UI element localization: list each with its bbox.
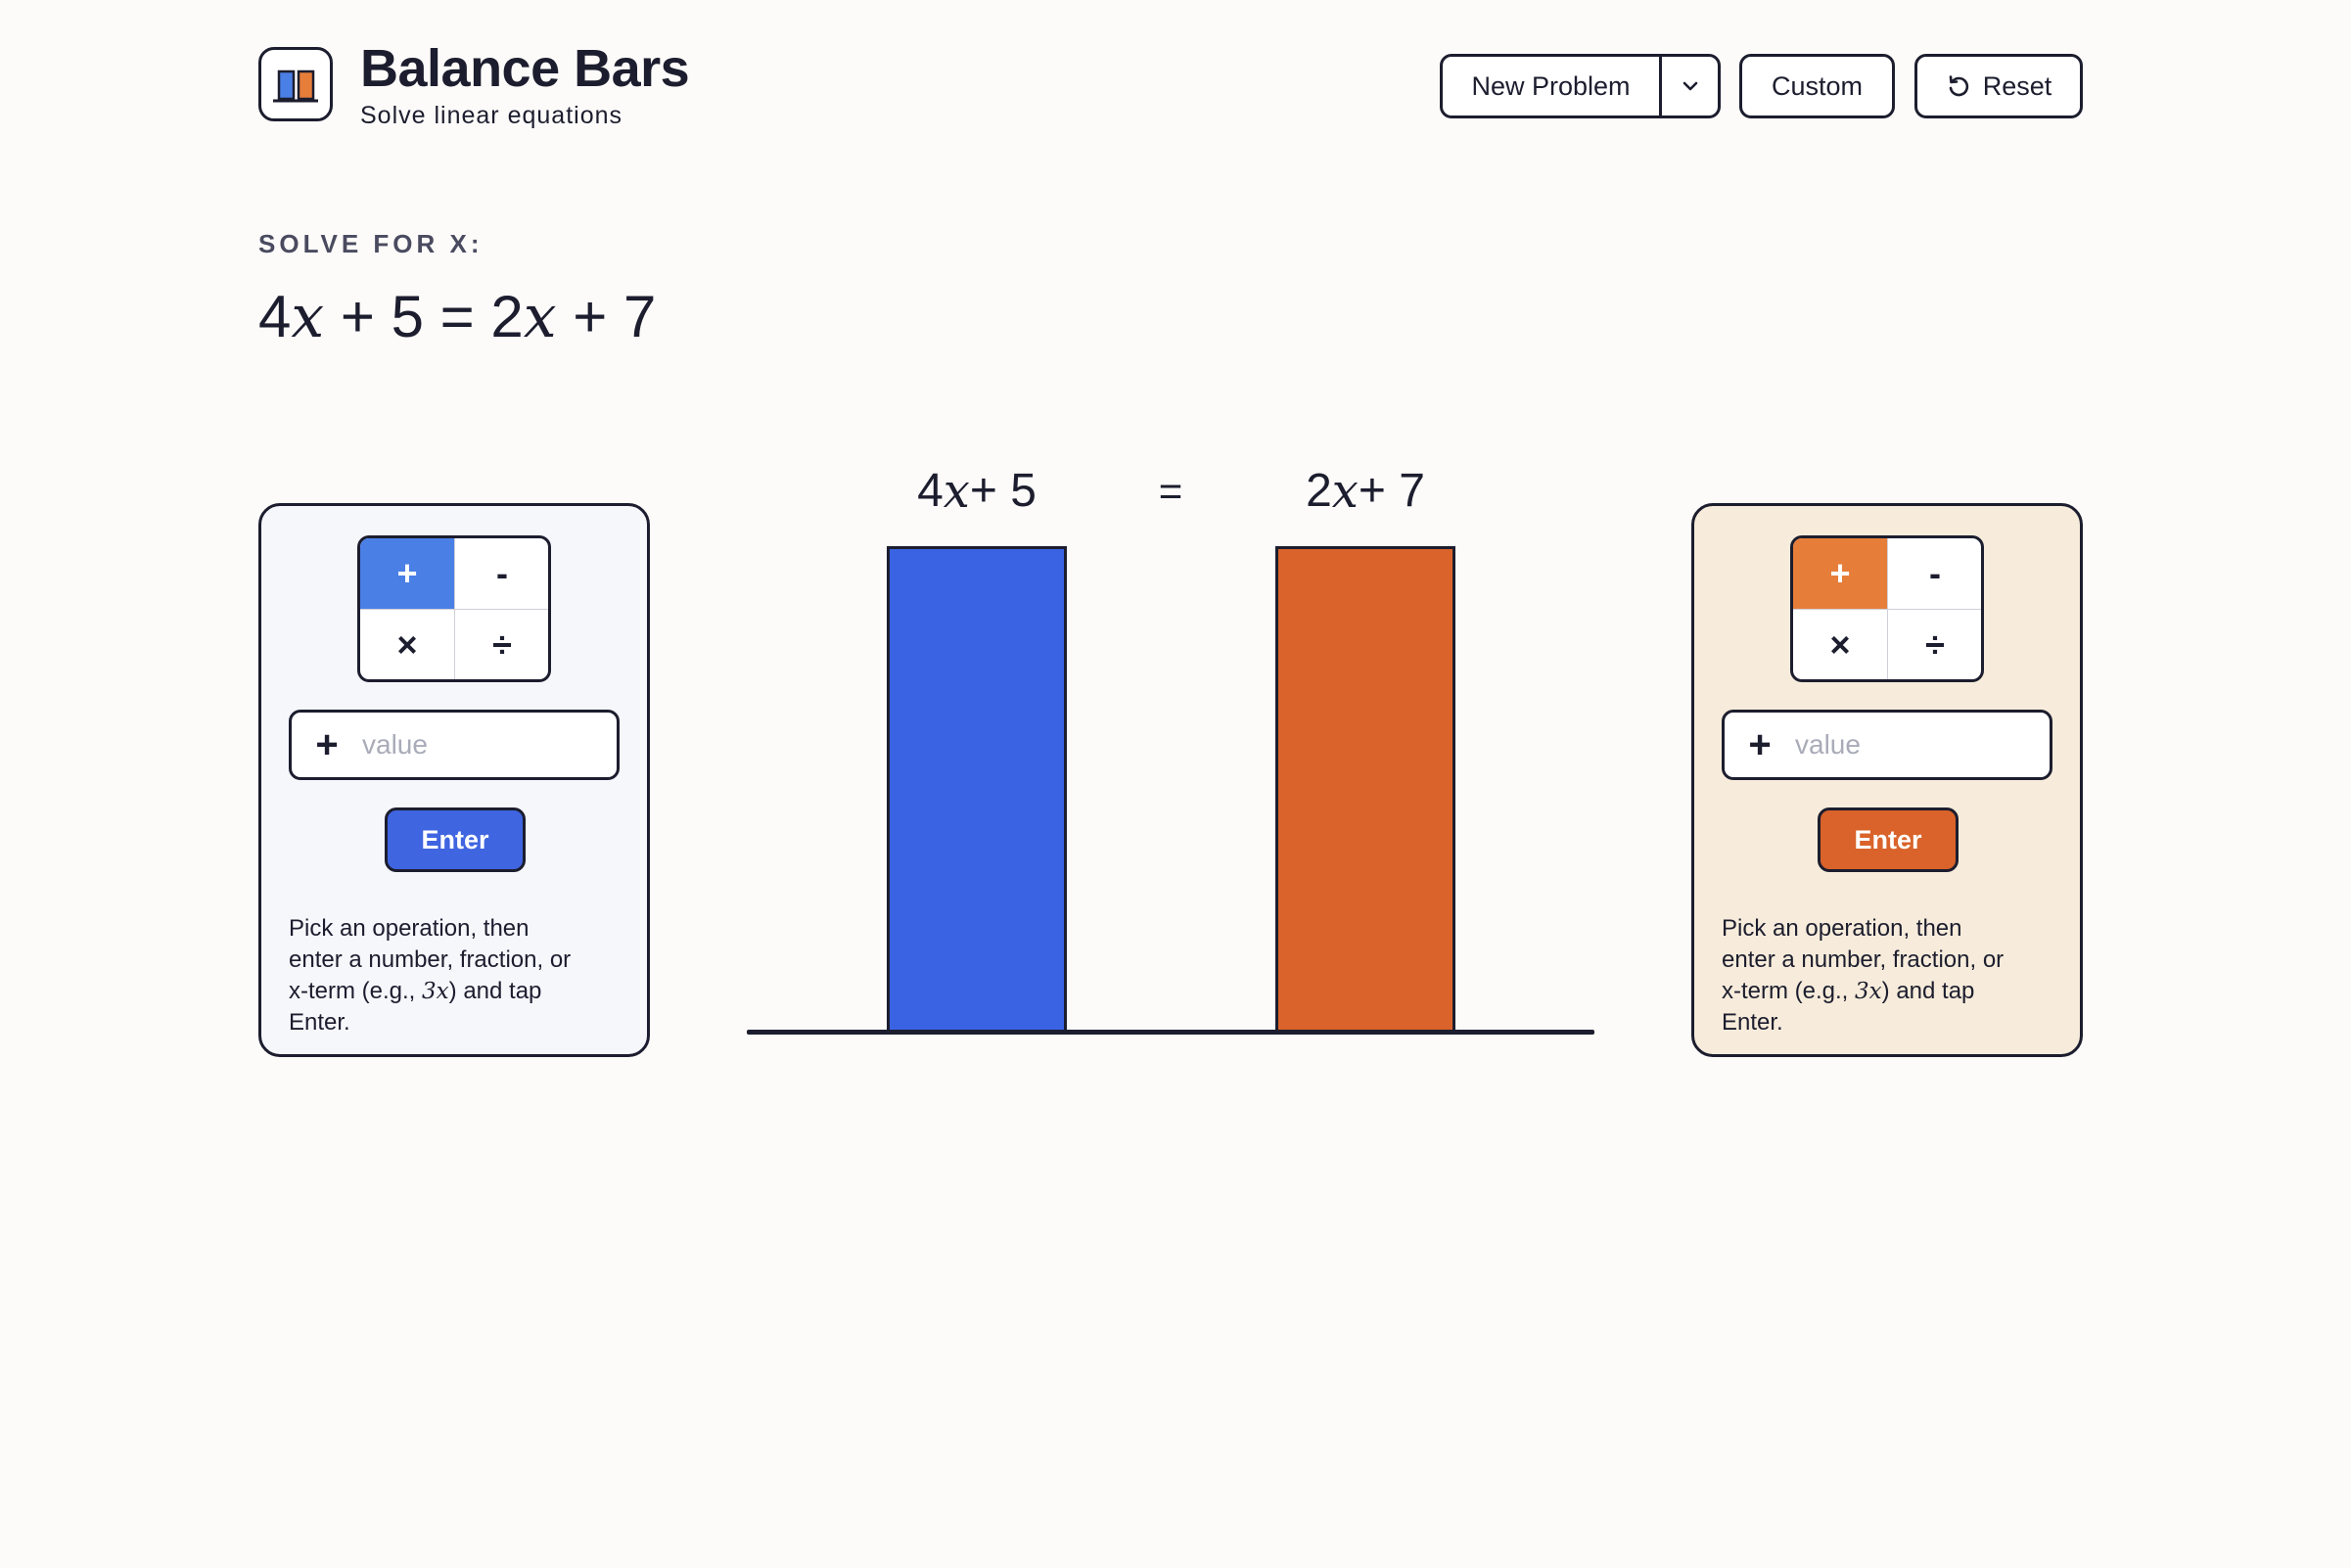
equation-right-coef: 2 [490, 284, 524, 349]
left-add-operation[interactable]: + [360, 538, 455, 610]
right-enter-button[interactable]: Enter [1818, 807, 1959, 872]
right-help-example-var: x [1868, 979, 1882, 1004]
right-bar-label: 2 x + 7 [1275, 460, 1455, 523]
left-value-field: + [289, 710, 620, 780]
equation-left-rest: + 5 [324, 284, 424, 349]
problem-equation: 4x + 5 = 2x + 7 [258, 282, 656, 352]
right-divide-operation[interactable]: ÷ [1888, 610, 1981, 679]
left-help-example-coef: 3 [422, 979, 437, 1004]
equation-right-rest: + 7 [556, 284, 657, 349]
left-operation-panel: + - × ÷ + Enter Pick an operation, then … [258, 503, 650, 1057]
equation-equals: = [423, 284, 491, 349]
right-value-operator: + [1748, 722, 1772, 766]
new-problem-split-button: New Problem [1440, 54, 1721, 118]
left-bar-var: x [943, 464, 970, 519]
equation-right-var: x [523, 283, 557, 351]
right-help-text: Pick an operation, then enter a number, … [1722, 913, 2015, 1038]
left-help-text: Pick an operation, then enter a number, … [289, 913, 582, 1038]
right-bar-coef: 2 [1306, 465, 1332, 517]
right-add-operation[interactable]: + [1793, 538, 1888, 610]
left-operation-picker: + - × ÷ [357, 535, 551, 682]
right-bar-var: x [1331, 464, 1359, 519]
refresh-icon [1949, 75, 1968, 97]
left-subtract-operation[interactable]: - [455, 538, 548, 610]
app-title: Balance Bars [360, 39, 690, 98]
balance-bars-logo-icon [273, 69, 318, 103]
app-subtitle: Solve linear equations [360, 102, 622, 129]
new-problem-button[interactable]: New Problem [1443, 57, 1662, 115]
right-balance-bar [1275, 546, 1455, 1033]
left-bar-rest: + 5 [969, 465, 1037, 517]
left-value-input[interactable] [362, 720, 597, 769]
right-multiply-operation[interactable]: × [1793, 610, 1888, 679]
left-help-example-var: x [436, 979, 449, 1004]
left-value-operator: + [315, 722, 339, 766]
left-bar-coef: 4 [917, 465, 944, 517]
right-value-field: + [1722, 710, 2052, 780]
reset-button-label: Reset [1982, 70, 2052, 101]
left-multiply-operation[interactable]: × [360, 610, 455, 679]
equation-left-coef: 4 [258, 284, 292, 349]
solve-for-label: SOLVE FOR X: [258, 229, 484, 258]
balance-equals-sign: = [1158, 468, 1183, 514]
left-divide-operation[interactable]: ÷ [455, 610, 548, 679]
balance-baseline [747, 1030, 1594, 1035]
right-operation-panel: + - × ÷ + Enter Pick an operation, then … [1691, 503, 2083, 1057]
right-bar-rest: + 7 [1358, 465, 1425, 517]
left-balance-bar [887, 546, 1067, 1033]
reset-button[interactable]: Reset [1914, 54, 2083, 118]
right-operation-picker: + - × ÷ [1790, 535, 1984, 682]
left-bar-label: 4 x + 5 [887, 460, 1067, 523]
left-enter-button[interactable]: Enter [385, 807, 526, 872]
right-value-input[interactable] [1795, 720, 2030, 769]
right-subtract-operation[interactable]: - [1888, 538, 1981, 610]
chevron-down-icon [1683, 81, 1697, 91]
app-logo [258, 47, 333, 121]
custom-button-label: Custom [1771, 70, 1864, 101]
custom-button[interactable]: Custom [1739, 54, 1895, 118]
equation-left-var: x [291, 283, 325, 351]
new-problem-dropdown-button[interactable] [1662, 57, 1718, 115]
right-help-example-coef: 3 [1855, 979, 1869, 1004]
